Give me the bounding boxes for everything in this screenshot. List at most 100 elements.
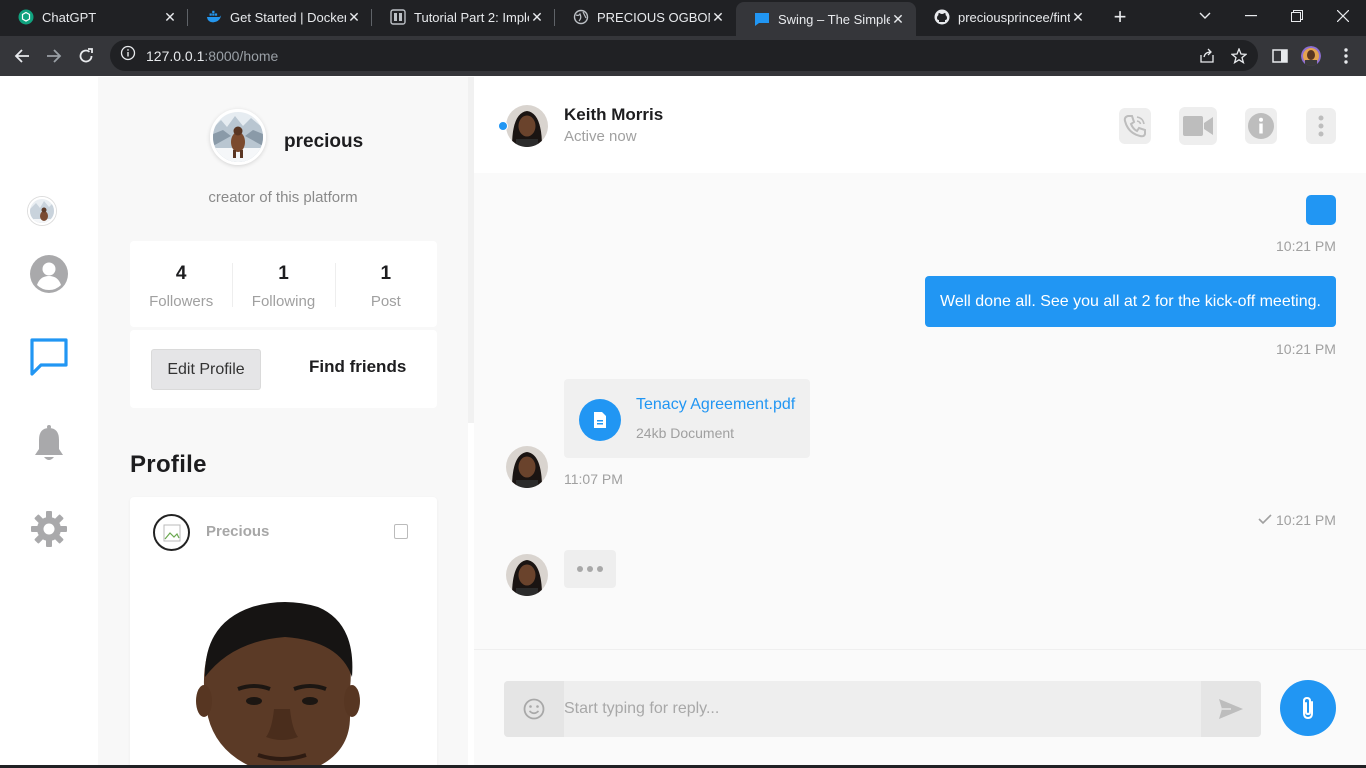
stat-label: Post — [370, 293, 401, 310]
close-tab-icon[interactable]: ✕ — [529, 9, 545, 25]
chat-header: Keith Morris Active now — [474, 77, 1366, 173]
outgoing-message-bubble[interactable] — [1306, 195, 1336, 225]
voice-call-icon[interactable] — [1119, 108, 1151, 144]
contact-avatar[interactable] — [506, 446, 548, 488]
profile-stats: 4 Followers 1 Following 1 Post — [130, 241, 437, 327]
url-host: 127.0.0.1 — [146, 47, 205, 64]
typing-dot — [597, 566, 603, 572]
profile-actions: Edit Profile Find friends — [130, 330, 437, 408]
send-icon[interactable] — [1201, 681, 1261, 737]
side-panel-icon[interactable] — [1270, 46, 1290, 66]
tab-swing[interactable]: Swing – The Simplest ✕ — [736, 2, 916, 36]
document-icon — [579, 399, 621, 441]
typing-dot — [587, 566, 593, 572]
file-attachment[interactable]: Tenacy Agreement.pdf 24kb Document — [564, 379, 810, 458]
user-avatar[interactable] — [28, 197, 56, 225]
message-composer — [504, 681, 1261, 737]
tab-title: PRECIOUS OGBONNA — [597, 9, 710, 25]
docker-icon — [206, 9, 222, 25]
tab-title: preciousprincee/finte — [958, 9, 1070, 25]
profile-name: precious — [284, 131, 364, 152]
attach-paperclip-icon[interactable] — [1280, 680, 1336, 736]
forward-icon[interactable] — [40, 42, 68, 70]
edit-profile-button[interactable]: Edit Profile — [151, 349, 261, 390]
info-icon[interactable] — [1245, 108, 1277, 144]
contact-name: Keith Morris — [564, 105, 664, 124]
close-tab-icon[interactable]: ✕ — [890, 11, 906, 27]
address-bar[interactable]: 127.0.0.1:8000/home — [110, 40, 1258, 71]
close-tab-icon[interactable]: ✕ — [710, 9, 726, 25]
contact-avatar[interactable] — [506, 554, 548, 596]
profile-panel: precious creator of this platform 4 Foll… — [98, 77, 468, 768]
tab-github[interactable]: preciousprincee/finte ✕ — [916, 0, 1096, 34]
outgoing-message-bubble[interactable]: Well done all. See you all at 2 for the … — [925, 276, 1336, 327]
tab-tutorial[interactable]: Tutorial Part 2: Impler ✕ — [372, 0, 555, 34]
message-time: 10:21 PM — [1276, 341, 1336, 357]
post-photo[interactable] — [190, 597, 380, 768]
close-window-icon[interactable] — [1320, 0, 1366, 32]
message-time: 10:21 PM — [1276, 512, 1336, 528]
chat-nav-icon[interactable] — [28, 336, 70, 378]
message-time: 10:21 PM — [1276, 238, 1336, 254]
browser-tab-strip: ChatGPT ✕ Get Started | Docker ✕ Tutoria… — [0, 0, 1366, 36]
contact-status: Active now — [564, 128, 637, 145]
video-call-icon[interactable] — [1179, 107, 1217, 145]
tab-portfolio[interactable]: PRECIOUS OGBONNA ✕ — [555, 0, 736, 34]
app: precious creator of this platform 4 Foll… — [0, 77, 1366, 768]
tab-title: Get Started | Docker — [230, 9, 346, 25]
new-tab-button[interactable]: + — [1108, 6, 1132, 30]
tab-title: ChatGPT — [42, 9, 97, 25]
globe-icon — [573, 9, 589, 25]
back-icon[interactable] — [8, 42, 36, 70]
typing-indicator — [564, 550, 616, 588]
tab-chatgpt[interactable]: ChatGPT ✕ — [0, 0, 188, 34]
post-author-avatar[interactable] — [153, 514, 190, 551]
bookmark-star-icon[interactable] — [1230, 47, 1248, 65]
profile-avatar[interactable] — [210, 109, 266, 165]
stat-label: Following — [251, 293, 316, 310]
browser-menu-icon[interactable] — [1336, 46, 1356, 66]
tab-title: Tutorial Part 2: Impler — [414, 9, 529, 25]
swing-chat-icon — [754, 11, 770, 27]
post-stat[interactable]: 1 Post — [334, 241, 437, 327]
followers-stat[interactable]: 4 Followers — [130, 241, 232, 327]
file-name-link[interactable]: Tenacy Agreement.pdf — [636, 396, 795, 414]
stat-value: 4 — [175, 263, 187, 284]
stat-label: Followers — [149, 293, 214, 310]
restore-icon[interactable] — [1274, 0, 1320, 32]
url-path: :8000/home — [204, 47, 279, 64]
close-tab-icon[interactable]: ✕ — [162, 9, 178, 25]
tab-title: Swing – The Simplest — [778, 11, 890, 27]
url-text: 127.0.0.1:8000/home — [146, 48, 278, 64]
post-author-name[interactable]: Precious — [206, 523, 269, 540]
section-title: Profile — [130, 451, 207, 478]
more-options-icon[interactable] — [1306, 108, 1336, 144]
notifications-bell-icon[interactable] — [28, 423, 70, 465]
share-icon[interactable] — [1198, 47, 1216, 65]
profile-nav-icon[interactable] — [28, 253, 70, 295]
find-friends-link[interactable]: Find friends — [309, 357, 406, 377]
tab-search-icon[interactable] — [1182, 0, 1228, 32]
close-tab-icon[interactable]: ✕ — [1070, 9, 1086, 25]
site-info-icon[interactable] — [120, 45, 136, 66]
reply-input[interactable] — [564, 681, 1201, 737]
post-card: Precious — [130, 497, 437, 768]
stat-value: 1 — [380, 263, 392, 284]
following-stat[interactable]: 1 Following — [232, 241, 334, 327]
post-options-icon[interactable] — [394, 524, 408, 539]
browser-profile-avatar[interactable] — [1301, 46, 1321, 66]
reload-icon[interactable] — [72, 42, 100, 70]
nav-rail — [0, 77, 98, 768]
close-tab-icon[interactable]: ✕ — [346, 9, 362, 25]
settings-gear-icon[interactable] — [28, 508, 70, 550]
stat-value: 1 — [278, 263, 289, 284]
tab-docker[interactable]: Get Started | Docker ✕ — [188, 0, 372, 34]
typing-dot — [577, 566, 583, 572]
contact-avatar[interactable] — [498, 105, 548, 147]
file-meta: 24kb Document — [636, 425, 735, 441]
emoji-icon[interactable] — [504, 681, 564, 737]
docs-icon — [390, 9, 406, 25]
read-check-icon — [1258, 512, 1272, 526]
github-icon — [934, 9, 950, 25]
minimize-icon[interactable] — [1228, 0, 1274, 32]
